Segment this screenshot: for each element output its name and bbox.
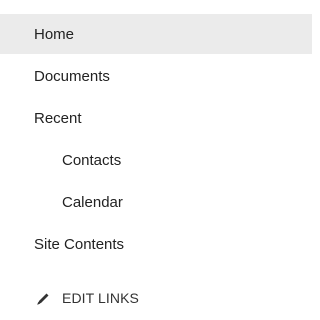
nav-item-home[interactable]: Home (0, 14, 312, 54)
nav-item-calendar[interactable]: Calendar (0, 182, 312, 222)
nav-item-label: Calendar (62, 193, 123, 211)
nav-item-label: Site Contents (34, 235, 125, 253)
nav-item-documents[interactable]: Documents (0, 56, 312, 96)
edit-links-label: EDIT LINKS (62, 290, 139, 306)
edit-links-button[interactable]: EDIT LINKS (0, 280, 312, 316)
pencil-icon (36, 291, 51, 306)
nav-item-recent[interactable]: Recent (0, 98, 312, 138)
nav-item-label: Contacts (62, 151, 122, 169)
nav-item-contacts[interactable]: Contacts (0, 140, 312, 180)
nav-item-label: Recent (34, 109, 82, 127)
nav-item-label: Home (34, 25, 75, 43)
nav-item-site-contents[interactable]: Site Contents (0, 224, 312, 264)
nav-item-label: Documents (34, 67, 110, 85)
quick-launch-nav: Home Documents Recent Contacts Calendar … (0, 12, 312, 312)
